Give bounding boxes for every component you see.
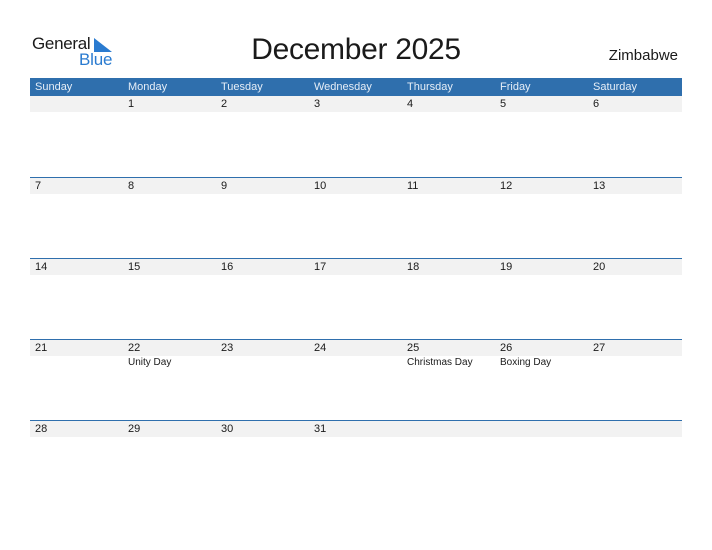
day-cell: [402, 421, 495, 501]
day-number: 8: [128, 180, 135, 192]
day-number: 28: [35, 423, 48, 435]
holiday-label: Unity Day: [128, 357, 172, 368]
holiday-label: Christmas Day: [407, 357, 473, 368]
calendar-grid: Sunday Monday Tuesday Wednesday Thursday…: [30, 78, 682, 501]
day-number: 21: [35, 342, 48, 354]
day-cell: 13: [588, 178, 682, 258]
day-cell: 26 Boxing Day: [495, 340, 588, 420]
day-number: 27: [593, 342, 606, 354]
day-cell: 10: [309, 178, 402, 258]
day-cell: 22 Unity Day: [123, 340, 216, 420]
day-cell: 14: [30, 259, 123, 339]
day-cell: 9: [216, 178, 309, 258]
day-cell: [588, 421, 682, 501]
day-cell: 29: [123, 421, 216, 501]
day-number: 1: [128, 98, 135, 110]
country-label: Zimbabwe: [608, 47, 678, 64]
day-number: 17: [314, 261, 327, 273]
day-cell: 6: [588, 96, 682, 176]
day-number: 4: [407, 98, 414, 110]
day-cell: 20: [588, 259, 682, 339]
day-cell: 11: [402, 178, 495, 258]
weekday-monday: Monday: [128, 81, 168, 93]
day-cell: 30: [216, 421, 309, 501]
week-row: 28 29 30 31: [30, 420, 682, 501]
weekday-tuesday: Tuesday: [221, 81, 263, 93]
day-cell: 3: [309, 96, 402, 176]
day-number: 7: [35, 180, 42, 192]
week-row: 1 2 3 4 5 6: [30, 96, 682, 177]
weeks-container: 1 2 3 4 5 6 7 8 9 10 11 12 13 14 15 16 17 18 19 20 21 22 Unity…: [30, 96, 682, 501]
day-cell: 18: [402, 259, 495, 339]
day-cell: 25 Christmas Day: [402, 340, 495, 420]
day-cell: 31: [309, 421, 402, 501]
weekday-header-row: Sunday Monday Tuesday Wednesday Thursday…: [30, 78, 682, 96]
day-number: 19: [500, 261, 513, 273]
week-row: 7 8 9 10 11 12 13: [30, 177, 682, 258]
day-number: 25: [407, 342, 420, 354]
day-cell: [30, 96, 123, 176]
day-cell: 27: [588, 340, 682, 420]
day-number: 16: [221, 261, 234, 273]
day-cell: 8: [123, 178, 216, 258]
weekday-thursday: Thursday: [407, 81, 453, 93]
day-cell: 28: [30, 421, 123, 501]
week-row: 14 15 16 17 18 19 20: [30, 258, 682, 339]
day-number: 24: [314, 342, 327, 354]
day-cell: 21: [30, 340, 123, 420]
day-cell: 16: [216, 259, 309, 339]
day-number: 6: [593, 98, 600, 110]
calendar-title: December 2025: [251, 33, 461, 66]
day-number: 30: [221, 423, 234, 435]
day-cell: 15: [123, 259, 216, 339]
day-cell: 17: [309, 259, 402, 339]
weekday-friday: Friday: [500, 81, 531, 93]
day-cell: 4: [402, 96, 495, 176]
day-number: 18: [407, 261, 420, 273]
day-cell: 7: [30, 178, 123, 258]
day-cell: 23: [216, 340, 309, 420]
day-number: 3: [314, 98, 321, 110]
day-number: 22: [128, 342, 141, 354]
weekday-wednesday: Wednesday: [314, 81, 372, 93]
day-cell: 1: [123, 96, 216, 176]
day-number: 20: [593, 261, 606, 273]
holiday-label: Boxing Day: [500, 357, 552, 368]
day-number: 14: [35, 261, 48, 273]
day-number: 12: [500, 180, 513, 192]
day-cell: 5: [495, 96, 588, 176]
week-row: 21 22 Unity Day 23 24 25 Christmas Day 26 Boxing…: [30, 339, 682, 420]
day-number: 11: [407, 180, 419, 192]
day-number: 31: [314, 423, 327, 435]
day-number: 5: [500, 98, 507, 110]
day-cell: 12: [495, 178, 588, 258]
week-days: 28 29 30 31: [30, 421, 682, 501]
day-cell: 19: [495, 259, 588, 339]
weekday-sunday: Sunday: [35, 81, 73, 93]
day-cell: [495, 421, 588, 501]
week-days: 7 8 9 10 11 12 13: [30, 178, 682, 258]
day-cell: 24: [309, 340, 402, 420]
day-number: 9: [221, 180, 228, 192]
day-number: 10: [314, 180, 327, 192]
day-cell: 2: [216, 96, 309, 176]
day-number: 29: [128, 423, 141, 435]
day-number: 15: [128, 261, 141, 273]
day-number: 26: [500, 342, 513, 354]
weekday-saturday: Saturday: [593, 81, 638, 93]
day-number: 2: [221, 98, 228, 110]
day-number: 23: [221, 342, 234, 354]
week-days: 14 15 16 17 18 19 20: [30, 259, 682, 339]
week-days: 21 22 Unity Day 23 24 25 Christmas Day 26 Boxing…: [30, 340, 682, 420]
day-number: 13: [593, 180, 606, 192]
week-days: 1 2 3 4 5 6: [30, 96, 682, 176]
